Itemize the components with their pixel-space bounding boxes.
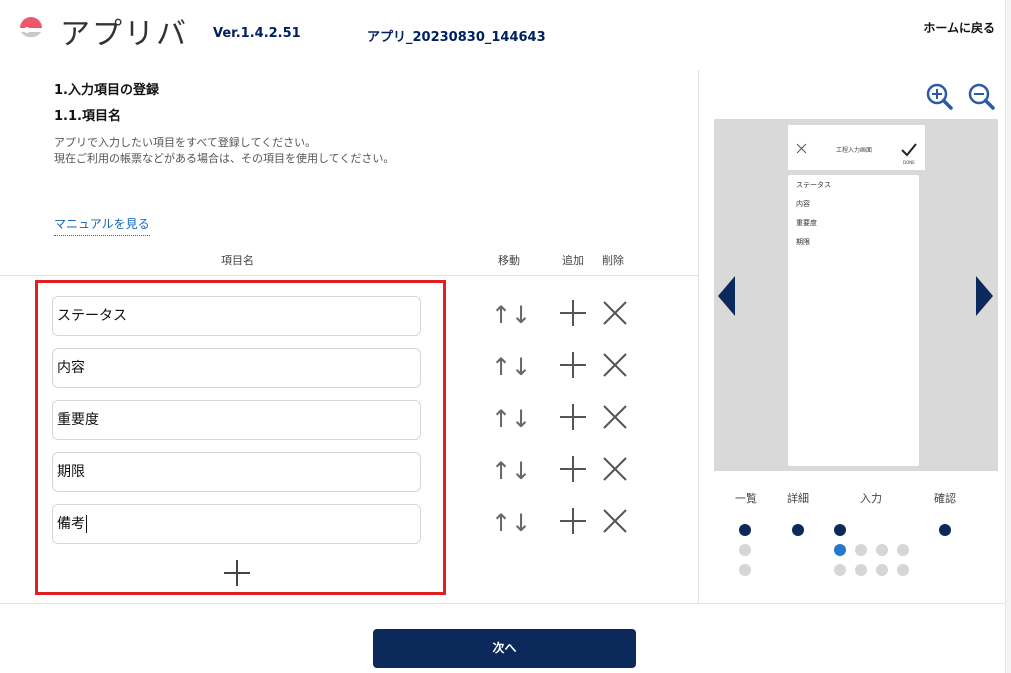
step-dot[interactable] <box>739 544 751 556</box>
step-dot[interactable] <box>834 564 846 576</box>
item-name-input[interactable]: 重要度 <box>52 400 421 440</box>
delete-row-icon[interactable] <box>602 456 628 482</box>
phone-item: ステータス <box>796 181 831 189</box>
move-down-button[interactable]: ↓ <box>511 353 531 381</box>
step-dot[interactable] <box>855 544 867 556</box>
item-name-input[interactable]: ステータス <box>52 296 421 336</box>
section-description: アプリで入力したい項目をすべて登録してください。 現在ご利用の帳票などがある場合… <box>54 135 394 167</box>
move-up-button[interactable]: ↑ <box>491 301 511 329</box>
move-up-button[interactable]: ↑ <box>491 509 511 537</box>
text-caret <box>86 515 87 533</box>
step-dot[interactable] <box>739 564 751 576</box>
add-row-icon[interactable] <box>558 402 588 432</box>
delete-row-icon[interactable] <box>602 508 628 534</box>
move-down-button[interactable]: ↓ <box>511 405 531 433</box>
description-line: 現在ご利用の帳票などがある場合は、その項目を使用してください。 <box>54 152 395 165</box>
section-title: 1.入力項目の登録 <box>54 83 159 98</box>
move-down-button[interactable]: ↓ <box>511 509 531 537</box>
add-row-icon[interactable] <box>558 350 588 380</box>
step-dot[interactable] <box>834 524 846 536</box>
app-logo <box>16 14 48 44</box>
item-name-input[interactable]: 期限 <box>52 452 421 492</box>
footer-divider <box>0 603 1005 604</box>
item-name-input[interactable]: 内容 <box>52 348 421 388</box>
add-row-icon[interactable] <box>558 506 588 536</box>
check-icon <box>901 143 917 157</box>
home-link[interactable]: ホームに戻る <box>923 19 995 36</box>
column-header-move: 移動 <box>498 254 520 267</box>
delete-row-icon[interactable] <box>602 404 628 430</box>
app-name: アプリバ <box>60 17 188 52</box>
phone-done-label: DONE <box>903 160 915 165</box>
step-dot[interactable] <box>876 544 888 556</box>
zoom-out-icon[interactable] <box>967 82 997 112</box>
delete-row-icon[interactable] <box>602 300 628 326</box>
add-item-button[interactable] <box>222 558 252 588</box>
step-label-input[interactable]: 入力 <box>860 490 882 506</box>
column-header-name: 項目名 <box>221 254 254 267</box>
version-label: Ver.1.4.2.51 <box>213 26 301 41</box>
description-line: アプリで入力したい項目をすべて登録してください。 <box>54 136 317 149</box>
next-button[interactable]: 次へ <box>373 629 636 668</box>
window-edge <box>1005 0 1011 673</box>
step-dot[interactable] <box>876 564 888 576</box>
item-name-value: 備考 <box>57 516 85 532</box>
step-label-list[interactable]: 一覧 <box>735 490 757 506</box>
move-up-button[interactable]: ↑ <box>491 405 511 433</box>
move-down-button[interactable]: ↓ <box>511 457 531 485</box>
step-dot[interactable] <box>739 524 751 536</box>
add-row-icon[interactable] <box>558 454 588 484</box>
pane-divider <box>698 70 699 603</box>
manual-link[interactable]: マニュアルを見る <box>54 215 150 236</box>
item-name-input-active[interactable]: 備考 <box>52 504 421 544</box>
prev-arrow-icon[interactable] <box>718 276 736 316</box>
section-subtitle: 1.1.項目名 <box>54 109 121 124</box>
close-icon <box>796 143 807 154</box>
next-arrow-icon[interactable] <box>976 276 994 316</box>
delete-row-icon[interactable] <box>602 352 628 378</box>
phone-item: 内容 <box>796 200 810 208</box>
step-label-detail[interactable]: 詳細 <box>787 490 809 506</box>
phone-item: 期限 <box>796 238 810 246</box>
step-dot[interactable] <box>855 564 867 576</box>
step-dot[interactable] <box>897 564 909 576</box>
step-label-confirm[interactable]: 確認 <box>934 490 956 506</box>
move-up-button[interactable]: ↑ <box>491 457 511 485</box>
step-dot[interactable] <box>939 524 951 536</box>
header-divider <box>0 275 698 276</box>
phone-screen-title: 工程入力画面 <box>836 147 873 154</box>
phone-item: 重要度 <box>796 219 817 227</box>
step-dot[interactable] <box>792 524 804 536</box>
step-dot-current[interactable] <box>834 544 846 556</box>
zoom-in-icon[interactable] <box>925 82 955 112</box>
column-header-add: 追加 <box>562 254 584 267</box>
app-file-name: アプリ_20230830_144643 <box>367 30 546 45</box>
add-row-icon[interactable] <box>558 298 588 328</box>
column-header-delete: 削除 <box>602 254 624 267</box>
step-dot[interactable] <box>897 544 909 556</box>
move-down-button[interactable]: ↓ <box>511 301 531 329</box>
move-up-button[interactable]: ↑ <box>491 353 511 381</box>
